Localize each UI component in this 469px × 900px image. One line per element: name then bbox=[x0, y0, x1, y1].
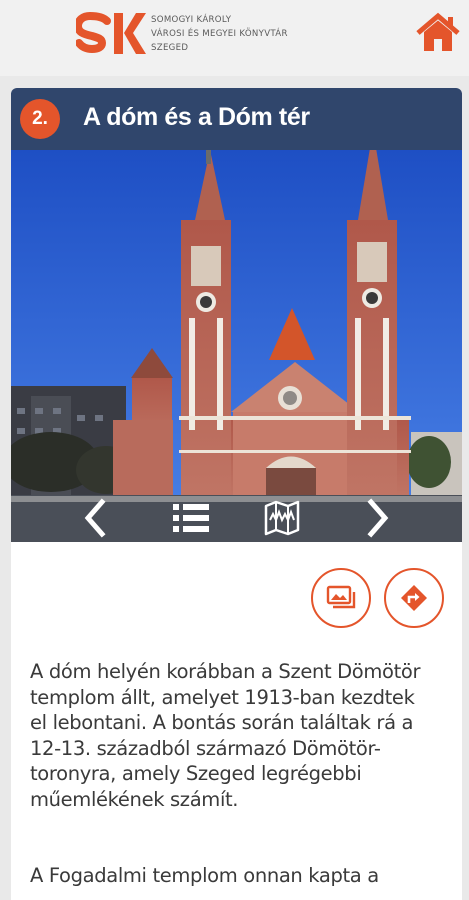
library-name-line: SZEGED bbox=[151, 43, 189, 53]
text-line: 12-13. századból származó Dömötör- bbox=[30, 736, 381, 760]
station-title-bar: 2. A dóm és a Dóm tér bbox=[11, 88, 462, 150]
text-line: templom állt, amelyet 1913-ban kezdtek bbox=[30, 685, 415, 709]
station-card: 2. A dóm és a Dóm tér A dóm helyén koráb… bbox=[11, 88, 462, 900]
gallery-button[interactable] bbox=[311, 568, 371, 628]
gallery-icon bbox=[326, 585, 356, 609]
directions-button[interactable] bbox=[384, 568, 444, 628]
text-line: el lebontani. A bontás során találtak rá… bbox=[30, 711, 414, 734]
text-line: A dóm helyén korábban a Szent Dömötör bbox=[30, 660, 421, 683]
app-header: SOMOGYI KÁROLY VÁROSI ÉS MEGYEI KÖNYVTÁR… bbox=[0, 0, 469, 76]
station-number-badge: 2. bbox=[20, 99, 60, 139]
list-button[interactable] bbox=[161, 493, 221, 542]
text-line: toronyra, amely Szeged legrégebbi bbox=[30, 762, 362, 785]
station-title: A dóm és a Dóm tér bbox=[83, 103, 310, 131]
city-map-icon bbox=[264, 500, 300, 535]
library-name-line: SOMOGYI KÁROLY bbox=[151, 15, 232, 25]
chevron-right-icon bbox=[367, 497, 389, 538]
chevron-left-icon bbox=[84, 497, 106, 538]
library-logo bbox=[76, 12, 146, 54]
list-icon bbox=[173, 503, 209, 532]
description-paragraph: A Fogadalmi templom onnan kapta a bbox=[30, 863, 450, 889]
library-name: SOMOGYI KÁROLY VÁROSI ÉS MEGYEI KÖNYVTÁR… bbox=[151, 13, 288, 55]
next-button[interactable] bbox=[348, 493, 408, 542]
map-button[interactable] bbox=[252, 493, 312, 542]
text-line: A Fogadalmi templom onnan kapta a bbox=[30, 864, 379, 887]
text-line: műemlékének számít. bbox=[30, 787, 239, 811]
directions-icon bbox=[401, 585, 427, 611]
description-paragraph: A dóm helyén korábban a Szent Dömötör te… bbox=[30, 659, 450, 812]
library-name-line: VÁROSI ÉS MEGYEI KÖNYVTÁR bbox=[151, 29, 288, 39]
cathedral-photo bbox=[11, 150, 462, 542]
home-button[interactable] bbox=[414, 11, 462, 55]
home-icon bbox=[416, 12, 460, 51]
previous-button[interactable] bbox=[65, 493, 125, 542]
photo-navigation bbox=[11, 493, 462, 542]
